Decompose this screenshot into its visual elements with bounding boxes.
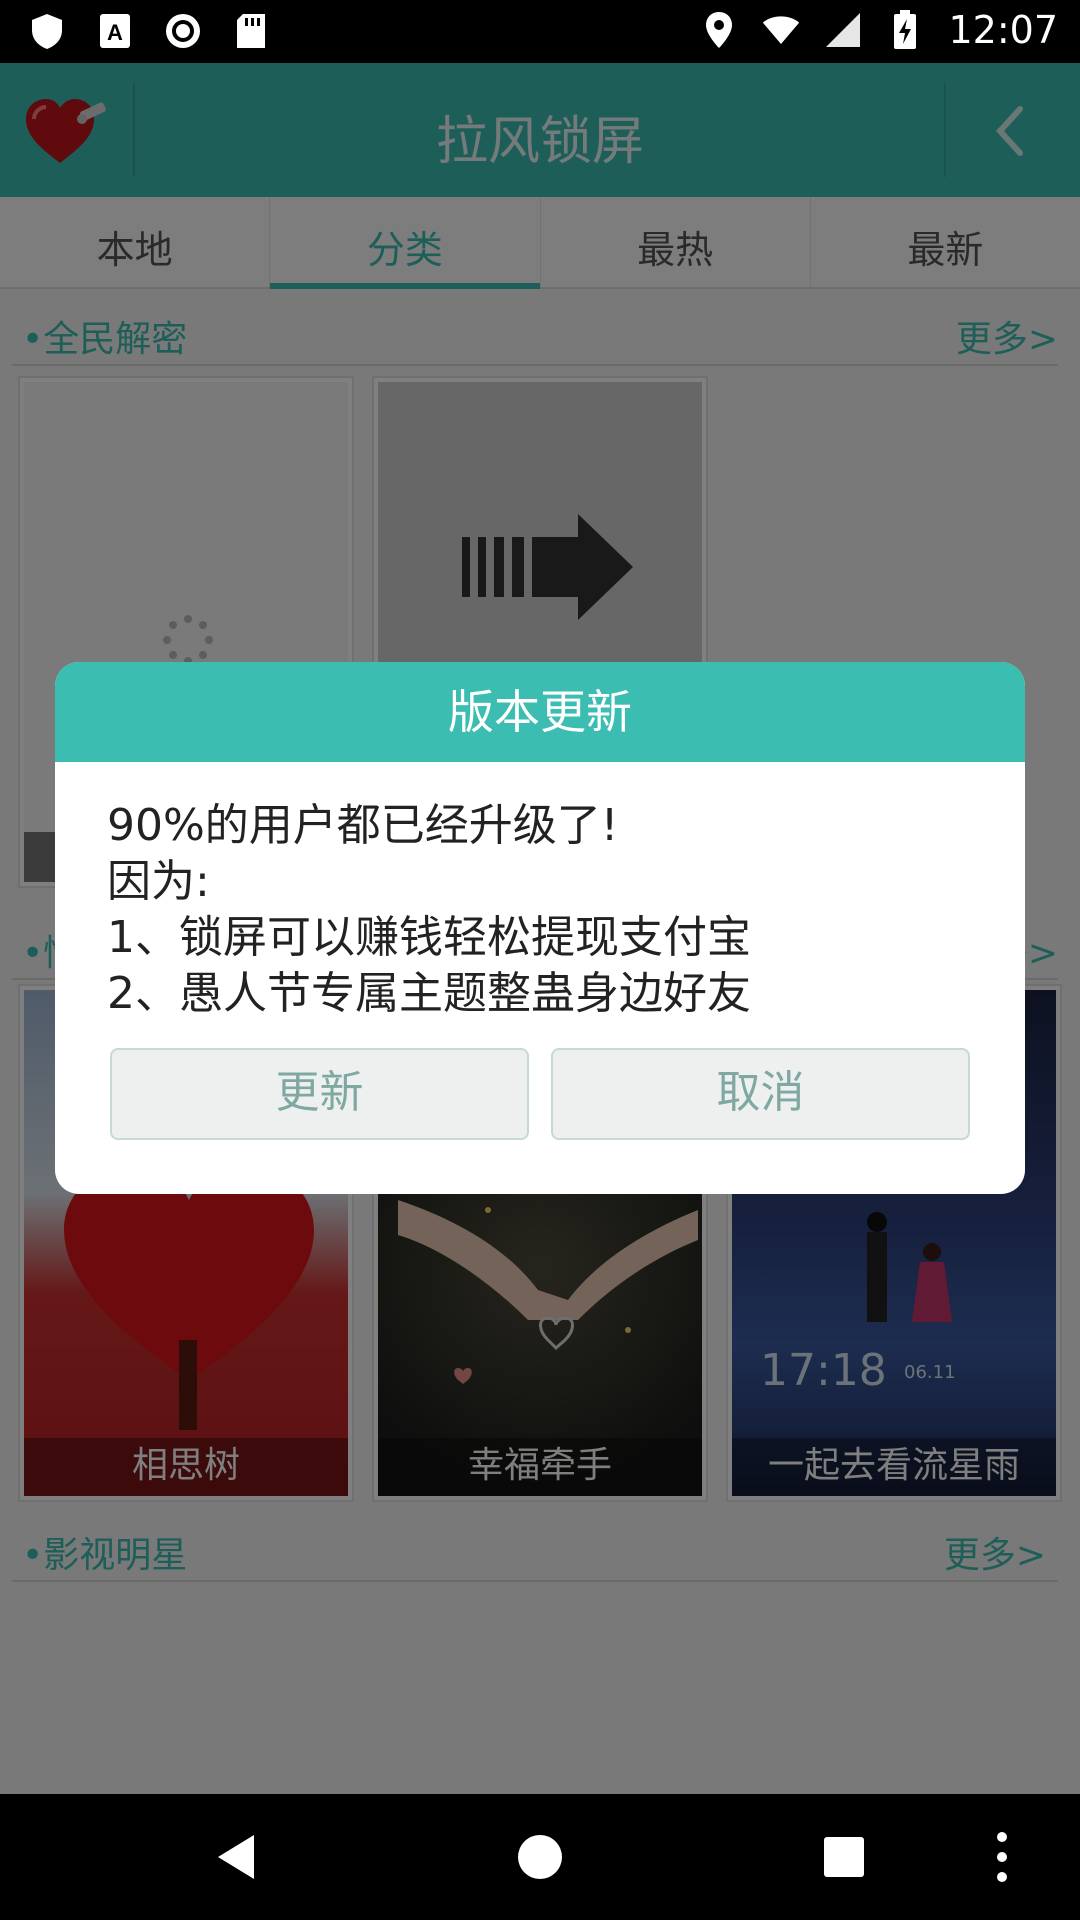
location-icon [700,11,738,49]
more-vertical-icon[interactable] [974,1829,1030,1885]
battery-charging-icon [886,10,924,49]
sdcard-icon [232,12,270,50]
record-icon [164,12,202,50]
dialog-line: 2、愚人节专属主题整蛊身边好友 [107,968,751,1019]
home-circle-icon[interactable] [512,1829,568,1885]
svg-text:A: A [107,20,123,45]
update-button[interactable]: 更新 [110,1048,529,1140]
wifi-icon [762,11,800,49]
status-bar: A 12:07 [0,0,1080,63]
update-dialog: 版本更新 90%的用户都已经升级了! 因为: 1、锁屏可以赚钱轻松提现支付宝 2… [55,662,1025,1194]
signal-icon [824,11,862,49]
cancel-button[interactable]: 取消 [551,1048,970,1140]
clock: 12:07 [948,8,1058,52]
dialog-line: 因为: [107,856,210,907]
dialog-title: 版本更新 [55,662,1025,762]
a11y-icon: A [96,12,134,50]
dialog-message: 90%的用户都已经升级了! 因为: 1、锁屏可以赚钱轻松提现支付宝 2、愚人节专… [55,762,1025,1022]
dialog-line: 1、锁屏可以赚钱轻松提现支付宝 [107,912,751,963]
recents-square-icon[interactable] [816,1829,872,1885]
navigation-bar [0,1794,1080,1920]
back-triangle-icon[interactable] [210,1829,266,1885]
shield-icon [28,12,66,50]
dialog-line: 90%的用户都已经升级了! [107,800,619,851]
